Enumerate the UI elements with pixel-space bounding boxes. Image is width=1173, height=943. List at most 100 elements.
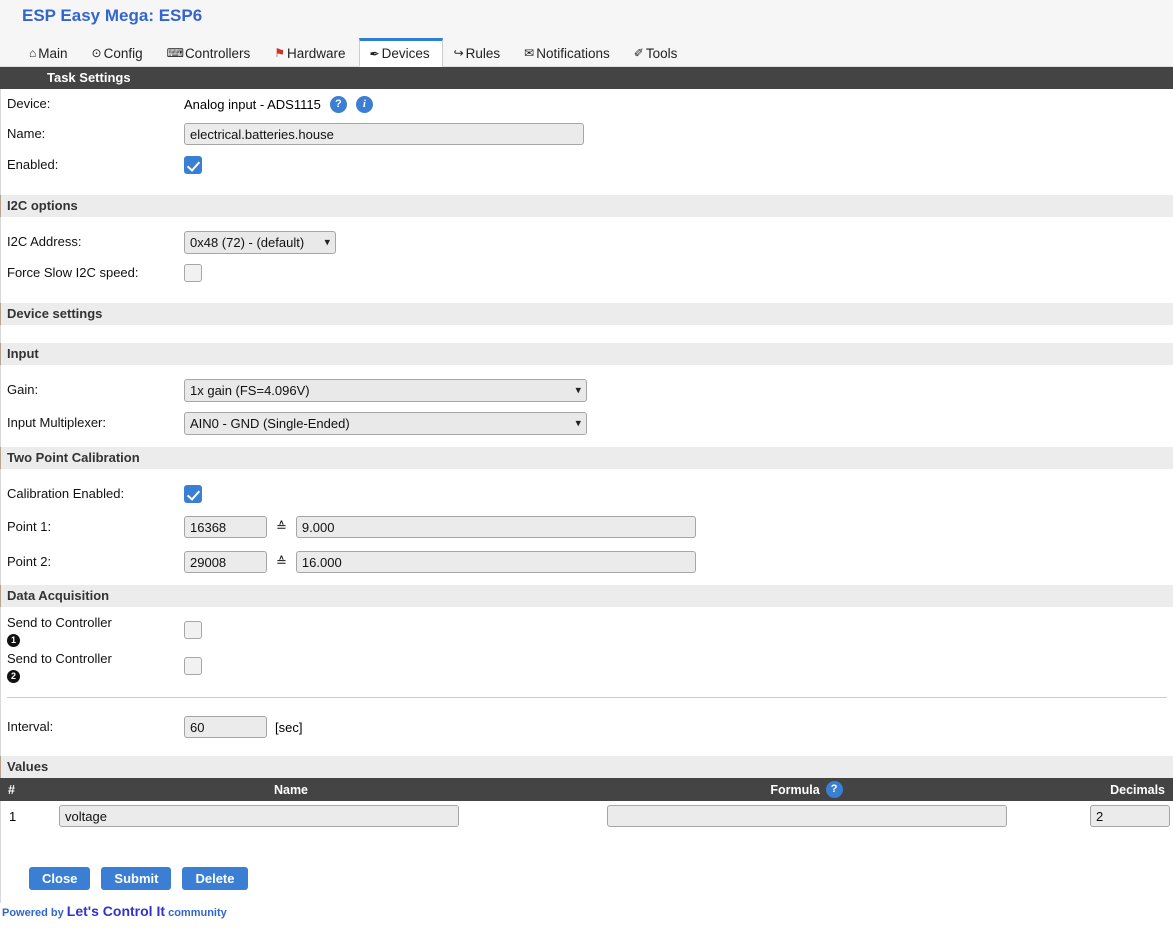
interval-unit: [sec] (275, 719, 303, 735)
value-row-number: 1 (9, 808, 17, 824)
section-input: Input (0, 343, 1173, 365)
send-to-controller-1-checkbox[interactable] (184, 621, 202, 639)
name-label: Name: (7, 126, 46, 141)
controller-2-badge-icon: 2 (7, 670, 20, 683)
force-slow-i2c-checkbox[interactable] (184, 264, 202, 282)
row-name: Name: (0, 119, 1173, 149)
values-col-num: # (8, 782, 15, 797)
point2-label: Point 2: (7, 554, 52, 569)
table-row: 1 (0, 801, 1173, 831)
delete-button[interactable]: Delete (182, 867, 248, 890)
force-slow-i2c-label: Force Slow I2C speed: (7, 265, 139, 280)
point1-equivalence-icon: ≙ (276, 519, 287, 534)
row-point-1: Point 1: ≙ (0, 509, 1173, 545)
tab-devices-label: Devices (381, 46, 430, 61)
wrench-icon: ✐ (633, 46, 644, 60)
point1-value-input[interactable] (295, 516, 696, 538)
point2-raw-input[interactable] (184, 551, 267, 573)
row-force-slow-i2c: Force Slow I2C speed: (0, 257, 1173, 289)
controller-1-badge-icon: 1 (7, 634, 20, 647)
value-decimals-input[interactable] (1090, 805, 1170, 827)
values-table-header: # Name Formula ? Decimals (0, 778, 1173, 801)
task-settings-form: Task Settings Device: Analog input - ADS… (0, 67, 1173, 919)
point1-raw-input[interactable] (184, 516, 267, 538)
section-data-acquisition: Data Acquisition (0, 585, 1173, 607)
value-formula-input[interactable] (607, 805, 1007, 827)
row-calibration-enabled: Calibration Enabled: (0, 479, 1173, 509)
gain-select[interactable]: 1x gain (FS=4.096V) (184, 378, 587, 402)
tab-rules-label: Rules (465, 45, 501, 61)
i2c-address-select[interactable]: 0x48 (72) - (default) (184, 230, 336, 254)
tab-controllers[interactable]: ⌨ Controllers (156, 38, 264, 67)
site-title: ESP Easy Mega: ESP6 (22, 6, 202, 26)
site-title-separator: : (148, 6, 159, 25)
interval-label: Interval: (7, 719, 54, 734)
tab-hardware[interactable]: ⚑ Hardware (263, 38, 358, 67)
tab-main[interactable]: ⌂ Main (18, 38, 81, 67)
task-settings-bar: Task Settings (0, 67, 1173, 89)
formula-help-icon[interactable]: ? (825, 781, 843, 798)
enabled-label: Enabled: (7, 157, 59, 172)
tab-rules[interactable]: ↪ Rules (443, 38, 514, 67)
point1-label: Point 1: (7, 519, 52, 534)
point2-equivalence-icon: ≙ (276, 554, 287, 569)
i2c-address-label: I2C Address: (7, 234, 82, 249)
calibration-enabled-checkbox[interactable] (184, 485, 202, 503)
section-device-settings: Device settings (0, 303, 1173, 325)
values-col-formula-label: Formula (770, 782, 820, 797)
device-value: Analog input - ADS1115 (184, 96, 321, 112)
interval-input[interactable] (184, 716, 267, 738)
footer: Powered by Let's Control It community (0, 903, 1173, 919)
footer-brand-link[interactable]: Let's Control It (67, 903, 165, 919)
site-title-node: ESP6 (158, 6, 203, 25)
section-two-point-calibration: Two Point Calibration (0, 447, 1173, 469)
tab-tools-label: Tools (645, 45, 678, 61)
input-multiplexer-label: Input Multiplexer: (7, 415, 106, 430)
point2-value-input[interactable] (295, 551, 696, 573)
row-send-to-controller-2: Send to Controller 2 (0, 651, 1173, 693)
values-col-decimals: Decimals (1110, 782, 1165, 797)
values-col-name: Name (273, 782, 309, 797)
tab-devices[interactable]: ✒ Devices (358, 38, 443, 67)
arrow-branch-icon: ↪ (453, 46, 464, 60)
enabled-checkbox[interactable] (184, 156, 202, 174)
site-title-product: ESP Easy Mega (22, 6, 149, 25)
value-name-input[interactable] (59, 805, 459, 827)
main-nav-tabs: ⌂ Main ⊙ Config ⌨ Controllers ⚑ Hardware… (0, 36, 1173, 67)
tab-notifications[interactable]: ✉ Notifications (513, 38, 623, 67)
tab-controllers-label: Controllers (184, 45, 251, 61)
values-col-formula: Formula ? (556, 781, 1081, 798)
close-button[interactable]: Close (29, 867, 91, 890)
section-i2c-options: I2C options (0, 195, 1173, 217)
footer-prefix: Powered by (2, 907, 67, 919)
calibration-enabled-label: Calibration Enabled: (7, 486, 125, 501)
task-name-input[interactable] (184, 123, 584, 145)
tab-tools[interactable]: ✐ Tools (623, 38, 691, 67)
row-send-to-controller-1: Send to Controller 1 (0, 613, 1173, 651)
page-header: ESP Easy Mega: ESP6 ⌂ Main ⊙ Config ⌨ Co… (0, 0, 1173, 67)
row-enabled: Enabled: (0, 149, 1173, 181)
send-to-controller-2-label: Send to Controller 2 (7, 651, 112, 683)
row-input-multiplexer: Input Multiplexer: AIN0 - GND (Single-En… (0, 405, 1173, 441)
row-point-2: Point 2: ≙ (0, 545, 1173, 579)
input-multiplexer-select[interactable]: AIN0 - GND (Single-Ended) (184, 411, 587, 435)
row-gain: Gain: 1x gain (FS=4.096V) (0, 375, 1173, 405)
device-info-icon[interactable]: i (355, 95, 373, 113)
send-to-controller-2-checkbox[interactable] (184, 657, 202, 675)
row-i2c-address: I2C Address: 0x48 (72) - (default) (0, 227, 1173, 257)
home-icon: ⌂ (29, 46, 37, 60)
tab-config[interactable]: ⊙ Config (81, 38, 156, 67)
submit-button[interactable]: Submit (101, 867, 172, 890)
tab-notifications-label: Notifications (536, 45, 610, 61)
tab-config-label: Config (103, 45, 143, 61)
tab-main-label: Main (38, 45, 68, 61)
plug-icon: ✒ (369, 46, 380, 61)
row-interval: Interval: [sec] (0, 711, 1173, 743)
gear-icon: ⊙ (91, 46, 102, 60)
form-actions: Close Submit Delete (0, 849, 1173, 903)
gain-label: Gain: (7, 382, 39, 397)
device-label: Device: (7, 96, 51, 111)
device-help-icon[interactable]: ? (329, 95, 347, 113)
section-values: Values (0, 756, 1173, 778)
pushpin-icon: ⚑ (274, 46, 285, 60)
